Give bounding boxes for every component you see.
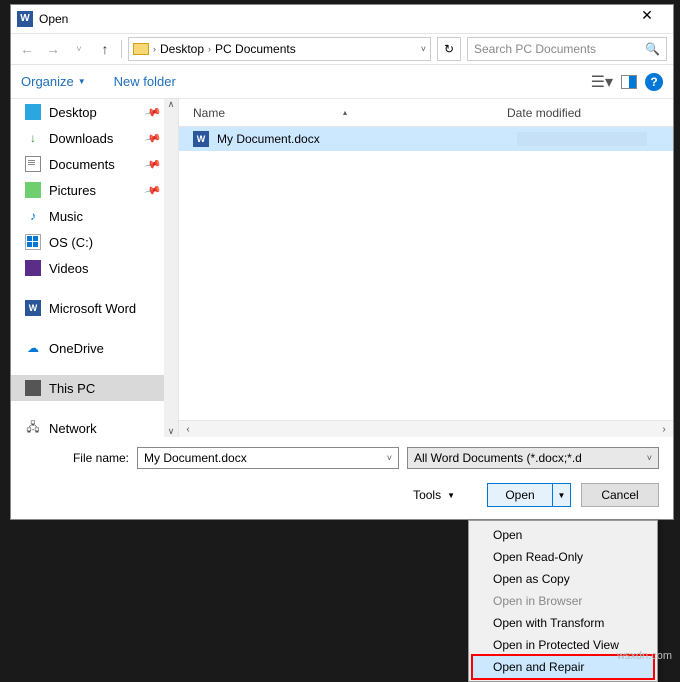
organize-button[interactable]: Organize▼ [21,74,86,89]
pictures-icon [25,182,41,198]
menu-open-copy[interactable]: Open as Copy [471,568,655,590]
caret-down-icon: ▼ [447,491,455,500]
sidebar: Desktop📌 Downloads📌 Documents📌 Pictures📌… [11,99,179,437]
view-options-button[interactable]: ☰▾ [591,72,613,92]
breadcrumb-desktop[interactable]: Desktop [160,42,204,56]
file-date [517,132,647,146]
network-icon [25,420,41,436]
breadcrumb-pcdocs[interactable]: PC Documents [215,42,296,56]
nav-bar: ← → ˅ ↑ › Desktop › PC Documents ˅ ↻ Sea… [11,33,673,65]
filetype-combo[interactable]: All Word Documents (*.docx;*.d ˅ [407,447,659,469]
menu-open[interactable]: Open [471,524,655,546]
cancel-button[interactable]: Cancel [581,483,659,507]
dialog-footer: File name: My Document.docx ˅ All Word D… [11,437,673,519]
pin-icon: 📌 [144,129,162,147]
pin-icon: 📌 [144,103,162,121]
caret-down-icon: ▼ [78,77,86,86]
search-placeholder: Search PC Documents [474,42,596,56]
thispc-icon [25,380,41,396]
menu-open-transform[interactable]: Open with Transform [471,612,655,634]
close-button[interactable]: ✕ [627,7,667,31]
breadcrumb-dropdown[interactable]: ˅ [421,44,426,54]
sidebar-scrollbar[interactable]: ∧∨ [164,99,178,437]
sidebar-item-network[interactable]: Network [11,415,178,437]
column-headers[interactable]: Name ▴ Date modified [179,99,673,127]
forward-button[interactable]: → [43,39,63,59]
menu-open-readonly[interactable]: Open Read-Only [471,546,655,568]
videos-icon [25,260,41,276]
separator [121,40,122,58]
document-icon [25,156,41,172]
horizontal-scrollbar[interactable]: ‹› [179,420,673,437]
sidebar-item-thispc[interactable]: This PC [11,375,178,401]
open-dialog: W Open ✕ ← → ˅ ↑ › Desktop › PC Document… [10,4,674,520]
history-dropdown[interactable]: ˅ [69,39,89,59]
watermark: wsxdn.com [617,650,672,662]
caret-down-icon: ˅ [387,453,392,463]
toolbar: Organize▼ New folder ☰▾ ? [11,65,673,99]
file-name: My Document.docx [217,132,509,146]
word-icon: W [25,300,41,316]
sidebar-item-os[interactable]: OS (C:) [11,229,178,255]
window-title: Open [39,12,627,26]
search-icon: 🔍 [645,42,660,56]
sort-indicator-icon: ▴ [343,108,347,117]
filename-label: File name: [25,451,129,465]
refresh-button[interactable]: ↻ [437,37,461,61]
open-split-button[interactable]: ▼ [552,484,570,506]
download-icon [25,130,41,146]
chevron-right-icon: › [208,44,211,54]
sidebar-item-word[interactable]: WMicrosoft Word [11,295,178,321]
preview-pane-button[interactable] [621,75,637,89]
desktop-icon [25,104,41,120]
file-list: Name ▴ Date modified W My Document.docx … [179,99,673,437]
col-name[interactable]: Name [193,106,503,120]
up-button[interactable]: ↑ [95,39,115,59]
pin-icon: 📌 [144,181,162,199]
sidebar-item-videos[interactable]: Videos [11,255,178,281]
new-folder-button[interactable]: New folder [114,74,176,89]
back-button[interactable]: ← [17,39,37,59]
col-date[interactable]: Date modified [507,106,581,120]
folder-icon [133,43,149,55]
breadcrumb[interactable]: › Desktop › PC Documents ˅ [128,37,431,61]
menu-open-browser: Open in Browser [471,590,655,612]
caret-down-icon: ˅ [647,453,652,463]
title-bar: W Open ✕ [11,5,673,33]
open-button[interactable]: Open ▼ [487,483,571,507]
sidebar-item-downloads[interactable]: Downloads📌 [11,125,178,151]
sidebar-item-documents[interactable]: Documents📌 [11,151,178,177]
pin-icon: 📌 [144,155,162,173]
tools-button[interactable]: Tools▼ [413,488,455,502]
music-icon [25,208,41,224]
sidebar-item-music[interactable]: Music [11,203,178,229]
word-app-icon: W [17,11,33,27]
sidebar-item-onedrive[interactable]: OneDrive [11,335,178,361]
search-input[interactable]: Search PC Documents 🔍 [467,37,667,61]
help-button[interactable]: ? [645,73,663,91]
word-file-icon: W [193,131,209,147]
chevron-right-icon: › [153,44,156,54]
onedrive-icon [25,340,41,356]
filename-input[interactable]: My Document.docx ˅ [137,447,399,469]
drive-icon [25,234,41,250]
sidebar-item-desktop[interactable]: Desktop📌 [11,99,178,125]
file-row[interactable]: W My Document.docx [179,127,673,151]
sidebar-item-pictures[interactable]: Pictures📌 [11,177,178,203]
